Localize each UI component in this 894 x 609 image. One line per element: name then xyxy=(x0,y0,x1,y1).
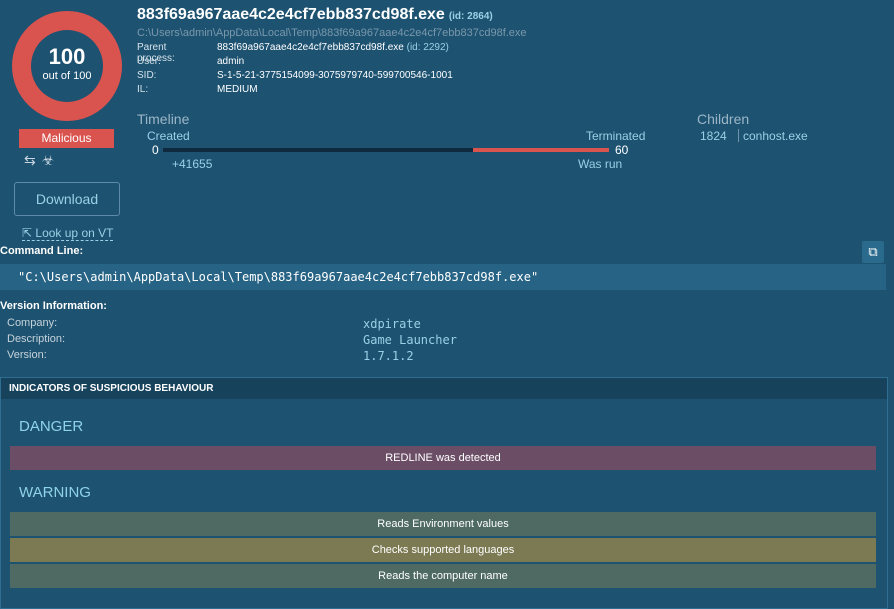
timeline-run-segment xyxy=(473,148,609,152)
process-id: (id: 2864) xyxy=(448,11,493,22)
indicators-header: INDICATORS OF SUSPICIOUS BEHAVIOUR xyxy=(1,378,887,399)
network-arrows-icon: ⇆ xyxy=(24,152,36,168)
process-name: 883f69a967aae4c2e4cf7ebb837cd98f.exe xyxy=(137,6,445,23)
timeline-was-run: Was run xyxy=(578,157,623,171)
timeline-bar xyxy=(163,148,609,152)
detail-key: User: xyxy=(137,56,161,67)
version-info-label: Version Information: xyxy=(0,300,107,312)
timeline-created-label: Created xyxy=(147,129,190,143)
process-path: C:\Users\admin\AppData\Local\Temp\883f69… xyxy=(137,27,527,39)
version-key: Version: xyxy=(7,349,47,361)
timeline-start: 0 xyxy=(152,143,159,157)
indicators-panel: INDICATORS OF SUSPICIOUS BEHAVIOUR DANGE… xyxy=(0,377,888,609)
indicator-danger-row[interactable]: REDLINE was detected xyxy=(10,446,876,470)
copy-icon[interactable]: ⧉ xyxy=(862,241,884,263)
timeline-end: 60 xyxy=(615,143,629,157)
timeline-offset: +41655 xyxy=(172,157,213,171)
indicator-warning-row[interactable]: Checks supported languages xyxy=(10,538,876,562)
command-line-value: "C:\Users\admin\AppData\Local\Temp\883f6… xyxy=(18,270,539,284)
external-link-icon: ⇱ xyxy=(22,226,33,240)
timeline-heading: Timeline xyxy=(137,111,190,127)
download-button[interactable]: Download xyxy=(14,182,120,216)
tag-icons: ⇆ ☣ xyxy=(24,152,60,169)
warning-heading: WARNING xyxy=(19,484,91,501)
danger-heading: DANGER xyxy=(19,418,84,435)
command-line-box: "C:\Users\admin\AppData\Local\Temp\883f6… xyxy=(0,264,886,290)
detail-value: 883f69a967aae4c2e4cf7ebb837cd98f.exe (id… xyxy=(217,42,449,53)
score-ring-center: 100 out of 100 xyxy=(31,30,103,102)
detail-key: SID: xyxy=(137,70,157,81)
lookup-vt-label: Look up on VT xyxy=(35,226,114,240)
parent-id: (id: 2292) xyxy=(406,42,449,53)
indicator-warning-row[interactable]: Reads Environment values xyxy=(10,512,876,536)
version-value: Game Launcher xyxy=(363,333,457,347)
indicator-warning-row[interactable]: Reads the computer name xyxy=(10,564,876,588)
score-value: 100 xyxy=(48,44,86,69)
timeline-terminated-label: Terminated xyxy=(586,129,646,143)
version-value: 1.7.1.2 xyxy=(363,349,414,363)
detail-value: S-1-5-21-3775154099-3075979740-599700546… xyxy=(217,70,453,81)
children-heading: Children xyxy=(697,111,750,127)
version-key: Company: xyxy=(7,317,58,329)
child-pid: 1824 xyxy=(700,129,727,143)
child-separator xyxy=(738,129,739,142)
lookup-vt-link[interactable]: ⇱ Look up on VT xyxy=(22,226,114,241)
version-value: xdpirate xyxy=(363,317,421,331)
version-key: Description: xyxy=(7,333,66,345)
process-title: 883f69a967aae4c2e4cf7ebb837cd98f.exe (id:… xyxy=(137,6,493,24)
detail-value: admin xyxy=(217,56,245,67)
command-line-label: Command Line: xyxy=(0,245,84,257)
detail-value: MEDIUM xyxy=(217,84,258,95)
score-out-of: out of 100 xyxy=(42,70,92,82)
child-process-link[interactable]: conhost.exe xyxy=(743,129,808,143)
verdict-badge: Malicious xyxy=(19,129,114,148)
indicators-title: INDICATORS OF SUSPICIOUS BEHAVIOUR xyxy=(9,383,214,394)
detail-key: IL: xyxy=(137,84,149,95)
biohazard-icon: ☣ xyxy=(41,152,55,168)
score-ring: 100 out of 100 xyxy=(12,11,122,121)
